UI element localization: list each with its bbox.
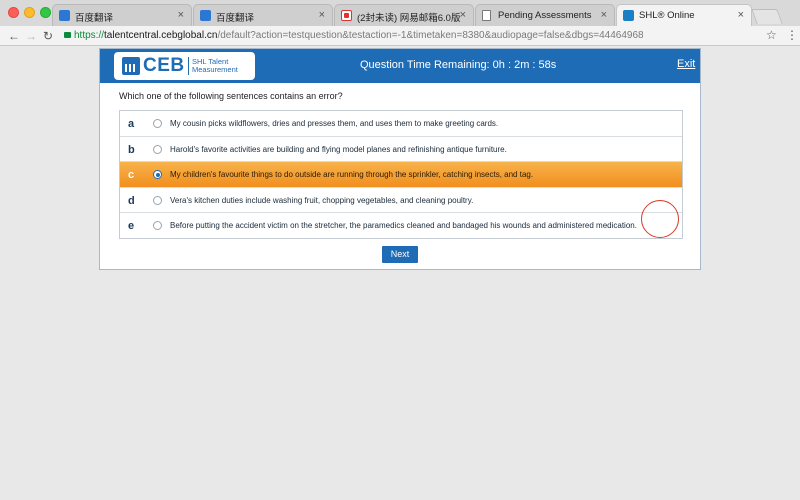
bookmark-star-icon[interactable]: ☆ xyxy=(766,28,777,42)
option-text[interactable]: My children's favourite things to do out… xyxy=(170,170,533,179)
lock-icon xyxy=(64,32,71,38)
maximize-window-button[interactable] xyxy=(40,7,51,18)
baidu-translate-icon xyxy=(200,10,211,21)
assessment-header: CEB SHL Talent Measurement Question Time… xyxy=(100,49,700,83)
question-timer: Question Time Remaining: 0h : 2m : 58s xyxy=(360,59,557,71)
minimize-window-button[interactable] xyxy=(24,7,35,18)
forward-arrow-icon[interactable]: → xyxy=(25,28,37,44)
browser-tab-pending-assessments[interactable]: Pending Assessments × xyxy=(475,4,615,26)
browser-tab-shl-online[interactable]: SHL® Online × xyxy=(616,4,752,26)
option-text[interactable]: My cousin picks wildflowers, dries and p… xyxy=(170,119,498,128)
tab-close-icon[interactable]: × xyxy=(319,9,325,21)
option-letter: b xyxy=(128,143,135,156)
option-e[interactable]: e Before putting the accident victim on … xyxy=(120,213,682,239)
option-text[interactable]: Before putting the accident victim on th… xyxy=(170,221,637,230)
url-host: talentcentral.cebglobal.cn xyxy=(104,30,218,41)
address-bar: ← → ↻ https://talentcentral.cebglobal.cn… xyxy=(0,26,800,46)
option-radio[interactable] xyxy=(153,119,162,128)
option-letter: d xyxy=(128,194,135,207)
option-text[interactable]: Vera's kitchen duties include washing fr… xyxy=(170,196,473,205)
option-radio-selected[interactable] xyxy=(153,170,162,180)
assessment-panel: CEB SHL Talent Measurement Question Time… xyxy=(99,48,701,270)
option-a[interactable]: a My cousin picks wildflowers, dries and… xyxy=(120,111,682,137)
browser-tab-netease-mail[interactable]: (2封未读) 网易邮箱6.0版 × xyxy=(334,4,474,26)
option-c[interactable]: c My children's favourite things to do o… xyxy=(120,162,682,188)
cursor-highlight-ring xyxy=(641,200,679,238)
url-path: /default?action=testquestion&testaction=… xyxy=(217,30,644,41)
tab-label: Pending Assessments xyxy=(498,10,592,21)
tab-close-icon[interactable]: × xyxy=(601,9,607,21)
option-d[interactable]: d Vera's kitchen duties include washing … xyxy=(120,188,682,214)
url-scheme: https:// xyxy=(74,30,105,41)
browser-tab-baidu-1[interactable]: 百度翻译 × xyxy=(52,4,192,26)
tab-label: 百度翻译 xyxy=(216,13,255,24)
option-radio[interactable] xyxy=(153,221,162,231)
exit-link[interactable]: Exit xyxy=(677,58,695,70)
reload-icon[interactable]: ↻ xyxy=(43,28,53,44)
option-radio[interactable] xyxy=(153,144,162,154)
ceb-shl-logo: CEB SHL Talent Measurement xyxy=(114,52,255,80)
document-icon xyxy=(482,10,491,21)
next-button[interactable]: Next xyxy=(382,246,418,263)
browser-tab-baidu-2[interactable]: 百度翻译 × xyxy=(193,4,333,26)
option-letter: e xyxy=(128,220,135,233)
tab-close-icon[interactable]: × xyxy=(178,9,184,21)
browser-menu-icon[interactable]: ⋮ xyxy=(786,28,798,42)
building-icon xyxy=(122,57,140,75)
tab-close-icon[interactable]: × xyxy=(460,9,466,21)
option-text[interactable]: Harold's favorite activities are buildin… xyxy=(170,145,507,154)
logo-subtitle: SHL Talent Measurement xyxy=(192,57,238,74)
close-window-button[interactable] xyxy=(8,7,19,18)
back-arrow-icon[interactable]: ← xyxy=(8,28,20,44)
option-letter: c xyxy=(128,169,135,182)
new-tab-button[interactable] xyxy=(751,9,783,24)
shl-icon xyxy=(623,10,634,21)
logo-text: CEB xyxy=(143,55,185,76)
option-b[interactable]: b Harold's favorite activities are build… xyxy=(120,137,682,163)
option-letter: a xyxy=(128,118,135,130)
question-prompt: Which one of the following sentences con… xyxy=(119,91,343,101)
logo-divider xyxy=(188,57,189,75)
answer-options: a My cousin picks wildflowers, dries and… xyxy=(119,110,683,239)
netease-mail-icon xyxy=(341,10,352,21)
tab-label: 百度翻译 xyxy=(75,13,114,24)
baidu-translate-icon xyxy=(59,10,70,21)
tab-close-icon[interactable]: × xyxy=(738,9,744,21)
option-radio[interactable] xyxy=(153,195,162,205)
url-field[interactable]: https://talentcentral.cebglobal.cn/defau… xyxy=(64,28,644,43)
tab-label: (2封未读) 网易邮箱6.0版 xyxy=(357,13,461,24)
tab-strip: 百度翻译 × 百度翻译 × (2封未读) 网易邮箱6.0版 × Pending … xyxy=(0,0,800,26)
tab-label: SHL® Online xyxy=(639,10,695,21)
